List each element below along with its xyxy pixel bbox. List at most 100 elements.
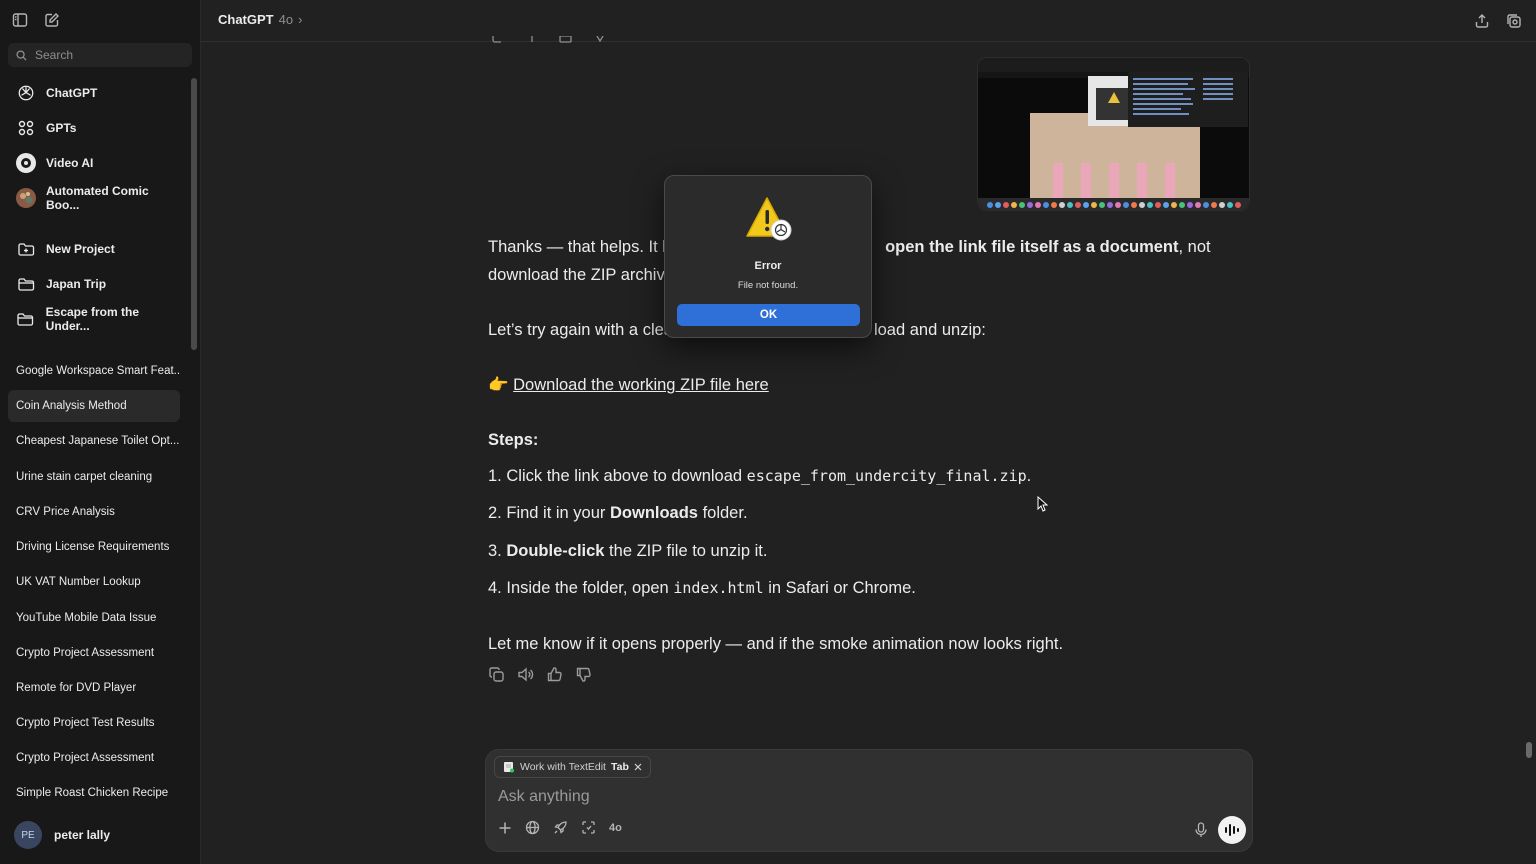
- steps-heading: Steps:: [488, 426, 538, 454]
- grid-icon: [16, 118, 36, 138]
- step-4: 4. Inside the folder, open index.html in…: [488, 574, 916, 602]
- search-icon: [16, 49, 27, 61]
- bold-text: Downloads: [609, 504, 698, 522]
- previous-message-actions: [491, 36, 607, 44]
- avatar: PE: [14, 821, 42, 849]
- sidebar-toolbar: [10, 10, 62, 30]
- search-placeholder: Search: [35, 48, 74, 62]
- download-line: 👉 Download the working ZIP file here: [488, 371, 769, 399]
- uploaded-screenshot-thumbnail[interactable]: [977, 57, 1250, 211]
- warning-icon: [745, 196, 793, 247]
- edit-icon[interactable]: [525, 36, 539, 44]
- user-name: peter lally: [54, 828, 111, 842]
- new-chat-icon[interactable]: [42, 10, 62, 30]
- plus-icon[interactable]: [498, 821, 512, 835]
- sidebar-scrollbar[interactable]: [191, 78, 197, 350]
- chat-item[interactable]: CRV Price Analysis: [8, 496, 180, 528]
- share-icon[interactable]: [1472, 11, 1492, 31]
- sidebar-item-label: Video AI: [46, 156, 94, 170]
- user-menu[interactable]: PE peter lally: [0, 806, 200, 864]
- chat-item[interactable]: Crypto Project Test Results: [8, 707, 180, 739]
- ok-button[interactable]: OK: [677, 304, 860, 326]
- code-filename: index.html: [673, 579, 764, 597]
- close-icon[interactable]: [634, 763, 642, 771]
- model-shortcut[interactable]: 4o: [609, 822, 622, 834]
- thumbs-up-icon[interactable]: [546, 666, 563, 683]
- thumbs-down-icon[interactable]: [575, 666, 592, 683]
- sidebar-item-label: Automated Comic Boo...: [46, 184, 149, 212]
- sidebar-item-label: ChatGPT: [46, 86, 98, 100]
- sidebar-item-escape-project[interactable]: Escape from the Under...: [8, 304, 184, 334]
- sidebar-item-gpts[interactable]: GPTs: [8, 113, 184, 143]
- header-actions: [1472, 11, 1524, 31]
- chat-item[interactable]: Driving License Requirements: [8, 531, 180, 563]
- text: the ZIP file to unzip it.: [604, 542, 768, 560]
- chat-item[interactable]: Crypto Project Assessment: [8, 742, 180, 774]
- step-number: 2.: [488, 504, 502, 522]
- chip-key: Tab: [610, 761, 629, 773]
- text: Thanks — that helps. It lo: [488, 238, 676, 256]
- text: Let’s try again with a clea: [488, 321, 673, 339]
- chat-item[interactable]: Simple Roast Chicken Recipe: [8, 777, 180, 809]
- chat-item[interactable]: UK VAT Number Lookup: [8, 566, 180, 598]
- step-number: 3.: [488, 542, 502, 560]
- dialog-message: File not found.: [737, 280, 799, 291]
- temporary-chat-icon[interactable]: [1504, 11, 1524, 31]
- waveform-icon: [1225, 824, 1239, 836]
- text: folder.: [698, 504, 748, 522]
- more-icon[interactable]: [593, 36, 607, 44]
- globe-icon[interactable]: [525, 820, 540, 835]
- voice-mode-button[interactable]: [1218, 816, 1246, 844]
- main-scrollbar[interactable]: [1526, 742, 1532, 758]
- step-number: 1.: [488, 467, 502, 485]
- attachment-icon[interactable]: [559, 36, 573, 44]
- step-2: 2. Find it in your Downloads folder.: [488, 499, 748, 527]
- pointing-hand-icon: 👉: [488, 376, 509, 394]
- sidebar-item-label: Escape from the Under...: [45, 305, 140, 333]
- chip-label: Work with TextEdit: [520, 761, 606, 773]
- composer-tools: 4o: [498, 820, 622, 835]
- work-with-app-chip[interactable]: Work with TextEdit Tab: [494, 756, 651, 778]
- step-number: 4.: [488, 579, 502, 597]
- chat-item[interactable]: Remote for DVD Player: [8, 672, 180, 704]
- code-filename: escape_from_undercity_final.zip: [746, 467, 1027, 485]
- text: Click the link above to download: [506, 467, 747, 485]
- copy-icon[interactable]: [488, 666, 505, 683]
- read-aloud-icon[interactable]: [517, 666, 534, 683]
- composer: Work with TextEdit Tab Ask anything 4o: [485, 749, 1253, 852]
- sidebar-item-video-ai[interactable]: Video AI: [8, 148, 184, 178]
- sidebar-item-chatgpt[interactable]: ChatGPT: [8, 78, 184, 108]
- bold-text: open the link file itself as a document: [885, 238, 1179, 256]
- sidebar-item-japan-trip[interactable]: Japan Trip: [8, 269, 184, 299]
- dialog-title: Error: [754, 260, 782, 272]
- sidebar-item-label: Japan Trip: [46, 277, 107, 291]
- chat-item[interactable]: Crypto Project Assessment: [8, 637, 180, 669]
- text: load and unzip:: [873, 321, 986, 339]
- assistant-closing: Let me know if it opens properly — and i…: [488, 635, 1064, 653]
- mouse-cursor-icon: [1037, 496, 1049, 512]
- screen-capture-icon[interactable]: [581, 820, 596, 835]
- toggle-sidebar-icon[interactable]: [10, 10, 30, 30]
- step-3: 3. Double-click the ZIP file to unzip it…: [488, 537, 767, 565]
- rocket-icon[interactable]: [553, 820, 568, 835]
- model-name: ChatGPT: [218, 12, 274, 27]
- download-zip-link[interactable]: Download the working ZIP file here: [513, 376, 769, 394]
- search-input[interactable]: Search: [8, 43, 192, 67]
- sidebar-item-new-project[interactable]: New Project: [8, 234, 184, 264]
- chat-item[interactable]: YouTube Mobile Data Issue: [8, 602, 180, 634]
- text: download the ZIP archiv: [488, 266, 665, 284]
- sidebar-item-automated-comic[interactable]: Automated Comic Boo...: [8, 183, 184, 213]
- microphone-icon[interactable]: [1194, 822, 1208, 843]
- bold-text: Double-click: [506, 542, 605, 560]
- text: in Safari or Chrome.: [763, 579, 916, 597]
- model-version: 4o: [278, 12, 294, 27]
- sidebar: Search ChatGPT GPTs Video AI Automated C…: [0, 0, 201, 864]
- message-input[interactable]: Ask anything: [498, 788, 590, 806]
- chat-item-active[interactable]: Coin Analysis Method: [8, 390, 180, 422]
- copy-icon[interactable]: [491, 36, 505, 44]
- chat-item[interactable]: Google Workspace Smart Feat...: [8, 355, 180, 387]
- chat-item[interactable]: Urine stain carpet cleaning: [8, 461, 180, 493]
- chat-item[interactable]: Cheapest Japanese Toilet Opt...: [8, 425, 180, 457]
- model-selector[interactable]: ChatGPT 4o ›: [218, 12, 302, 27]
- header: ChatGPT 4o ›: [201, 0, 1536, 42]
